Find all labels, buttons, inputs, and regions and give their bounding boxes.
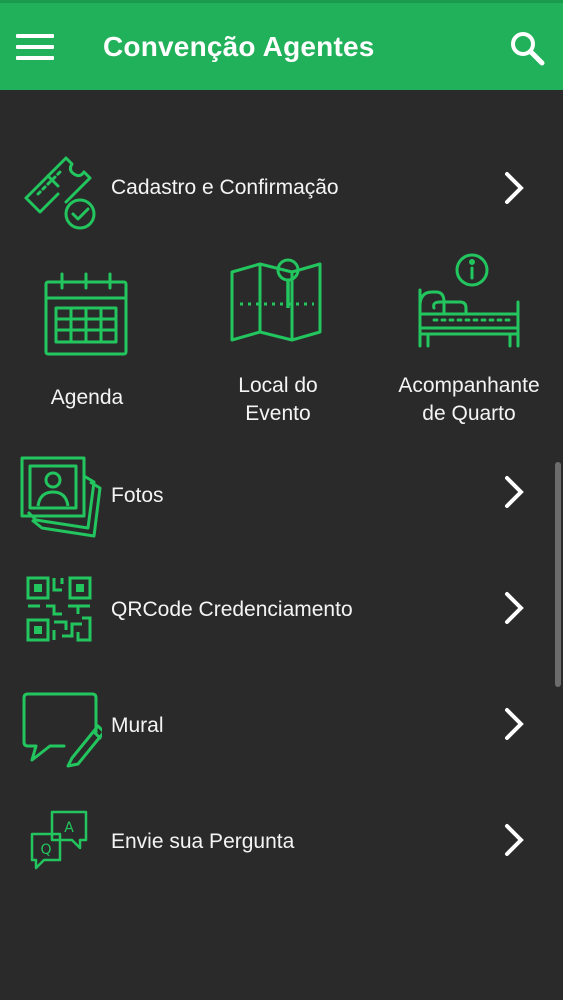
tile-local-do-evento[interactable]: Local do Evento (208, 256, 348, 428)
tile-label-line1: Local do (238, 374, 318, 397)
hamburger-menu-icon[interactable] (16, 31, 54, 65)
app-bar: Convenção Agentes (0, 0, 563, 90)
bubble-q-text: Q (40, 842, 51, 858)
chevron-right-icon (500, 168, 528, 208)
photos-icon (18, 454, 102, 538)
menu-item-fotos[interactable]: Fotos (0, 444, 563, 544)
menu-item-qrcode[interactable]: QRCode Credenciamento (0, 560, 563, 660)
menu-item-mural[interactable]: Mural (0, 676, 563, 776)
tile-agenda[interactable]: Agenda (22, 268, 152, 418)
menu-item-label: Envie sua Pergunta (111, 830, 295, 853)
search-icon[interactable] (508, 29, 546, 67)
map-pin-icon (226, 256, 326, 346)
menu-item-cadastro[interactable]: Cadastro e Confirmação (0, 138, 563, 238)
menu-item-label: QRCode Credenciamento (111, 598, 353, 621)
chevron-right-icon (500, 704, 528, 744)
page-title: Convenção Agentes (103, 31, 375, 62)
ticket-check-icon (18, 146, 102, 230)
menu-item-pergunta[interactable]: A Q Envie sua Pergunta (0, 792, 563, 892)
scrollbar[interactable] (555, 462, 561, 687)
tile-label: Agenda (50, 386, 124, 409)
chevron-right-icon (500, 588, 528, 628)
tile-label-line2: de Quarto (422, 402, 516, 425)
tile-label-line1: Acompanhante (398, 374, 540, 397)
message-board-icon (18, 686, 102, 770)
menu-item-label: Fotos (111, 484, 164, 507)
bed-info-icon (414, 252, 524, 348)
tile-label-line2: Evento (245, 402, 311, 425)
tile-acompanhante-de-quarto[interactable]: Acompanhante de Quarto (386, 252, 552, 428)
menu-item-label: Mural (111, 714, 164, 737)
question-answer-icon: A Q (28, 806, 112, 890)
calendar-icon (40, 268, 132, 358)
bubble-a-text: A (64, 820, 74, 836)
chevron-right-icon (500, 472, 528, 512)
chevron-right-icon (500, 820, 528, 860)
qrcode-icon (24, 574, 108, 658)
menu-item-label: Cadastro e Confirmação (111, 176, 339, 199)
